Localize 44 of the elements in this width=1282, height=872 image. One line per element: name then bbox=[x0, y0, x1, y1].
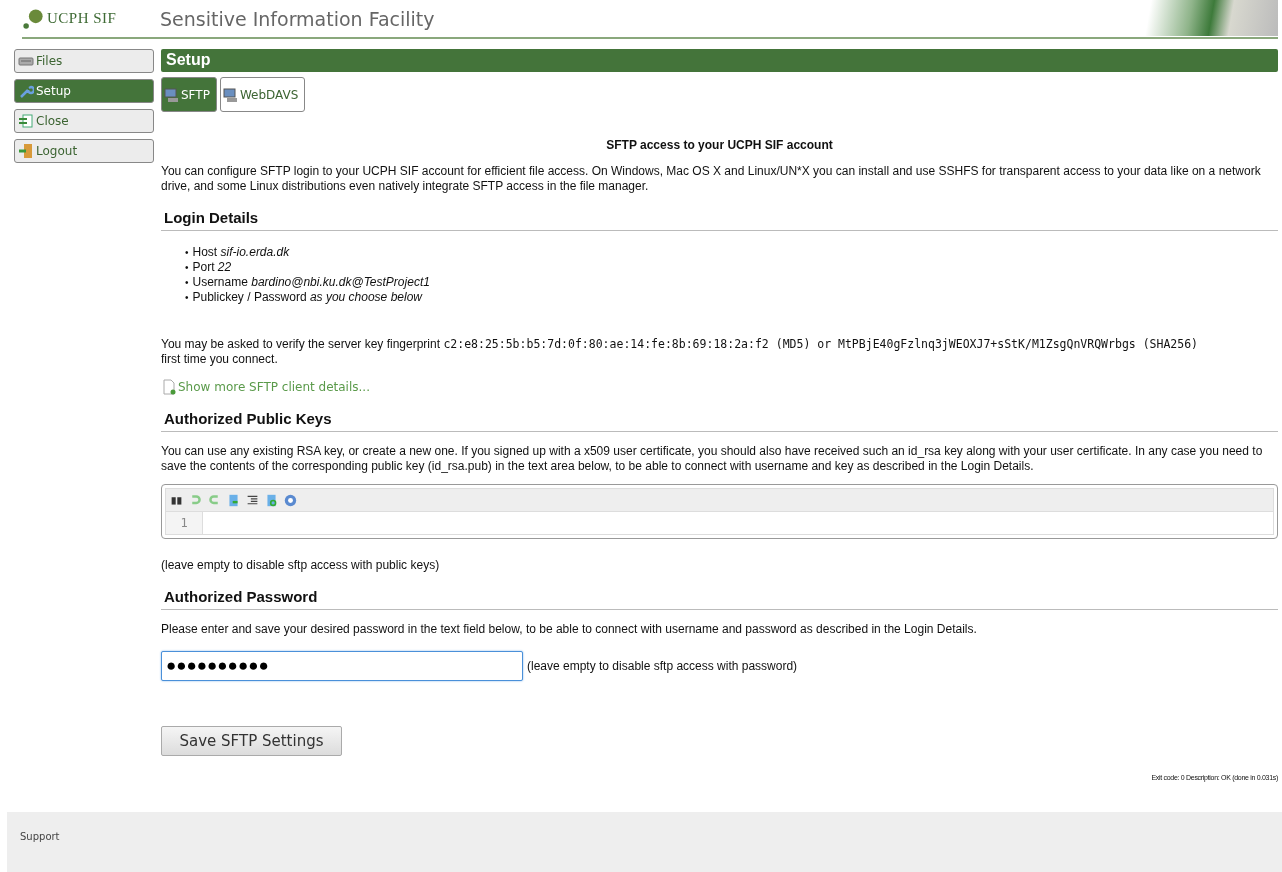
logo-text: UCPH SIF bbox=[47, 10, 117, 27]
section-title: Authorized Password bbox=[161, 588, 1278, 610]
password-note: (leave empty to disable sftp access with password) bbox=[527, 659, 798, 673]
redo-icon bbox=[208, 493, 221, 507]
code-editor[interactable]: 1 bbox=[161, 484, 1278, 539]
line-number: 1 bbox=[166, 512, 203, 534]
intro-text: You can configure SFTP login to your UCPH SIF account for efficient file access. On Windows, Mac OS X and Linux/UN*X you can install and use SSHFS for transparent access to your data like on a network drive, and some Linux distributions even natively integrate SFTP access in the file manager. bbox=[161, 164, 1262, 194]
public-keys-text: You can use any existing RSA key, or create a new one. If you signed up with a x509 user certificate, you should also have received such an id_rsa key along with your user certificate. In any case you need to save the contents of the corresponding public key (id_rsa.pub) in the text area below, to be able to connect with username and key as described in the Login Details. bbox=[161, 444, 1264, 474]
sidebar-item[interactable]: Setup bbox=[14, 79, 154, 103]
logo-icon bbox=[22, 7, 44, 30]
support-label: Support bbox=[20, 831, 60, 842]
login-detail: Username bardino@nbi.ku.dk@TestProject1 bbox=[192, 275, 430, 289]
list-bullet: • bbox=[185, 246, 189, 260]
close-arrows-icon bbox=[18, 113, 34, 129]
public-keys-note: (leave empty to disable sftp access with public keys) bbox=[161, 558, 441, 573]
login-detail: Host sif-io.erda.dk bbox=[192, 245, 290, 259]
door-icon bbox=[18, 143, 34, 159]
tab[interactable]: WebDAVS bbox=[219, 77, 306, 112]
computer-icon bbox=[164, 86, 180, 103]
sidebar-item[interactable]: Files bbox=[14, 49, 154, 73]
section-title: Login Details bbox=[161, 209, 1278, 231]
login-detail: Port 22 bbox=[192, 260, 232, 274]
list-bullet: • bbox=[185, 291, 189, 305]
site-title: Sensitive Information Facility bbox=[160, 7, 435, 30]
wrench-icon bbox=[18, 83, 34, 99]
undo-icon bbox=[189, 493, 202, 507]
login-detail: Publickey / Password as you choose below bbox=[192, 290, 422, 304]
page-title: Setup bbox=[161, 49, 1278, 72]
more-details-link[interactable]: Show more SFTP client details... bbox=[161, 379, 370, 395]
list-bullet: • bbox=[185, 261, 189, 275]
fingerprint-text: You may be asked to verify the server key fingerprint c2:e8:25:5b:b5:7d:0f:80:ae:14:fe:8b:69:18:2a:f2 (MD5) or MtPBjE40gFzlnq3jWEOXJ7+sStK/M1ZsgQnVRQWrbgs (SHA256) first time you connect. bbox=[161, 337, 1200, 367]
password-field[interactable]: ●●●●●●●●●● bbox=[161, 651, 523, 681]
computer-icon bbox=[222, 86, 239, 103]
section-heading: SFTP access to your UCPH SIF account bbox=[605, 138, 834, 152]
document-refresh-icon bbox=[265, 493, 278, 507]
document-icon bbox=[161, 379, 177, 395]
password-text: Please enter and save your desired password in the text field below, to be able to connect with username and password as described in the Login Details. bbox=[161, 622, 978, 637]
tab[interactable]: SFTP bbox=[161, 77, 217, 112]
sidebar-item[interactable]: Close bbox=[14, 109, 154, 133]
save-button[interactable]: Save SFTP Settings bbox=[161, 726, 342, 756]
list-bullet: • bbox=[185, 276, 189, 290]
section-title: Authorized Public Keys bbox=[161, 410, 1278, 432]
indent-icon bbox=[246, 493, 259, 507]
sidebar-item[interactable]: Logout bbox=[14, 139, 154, 163]
